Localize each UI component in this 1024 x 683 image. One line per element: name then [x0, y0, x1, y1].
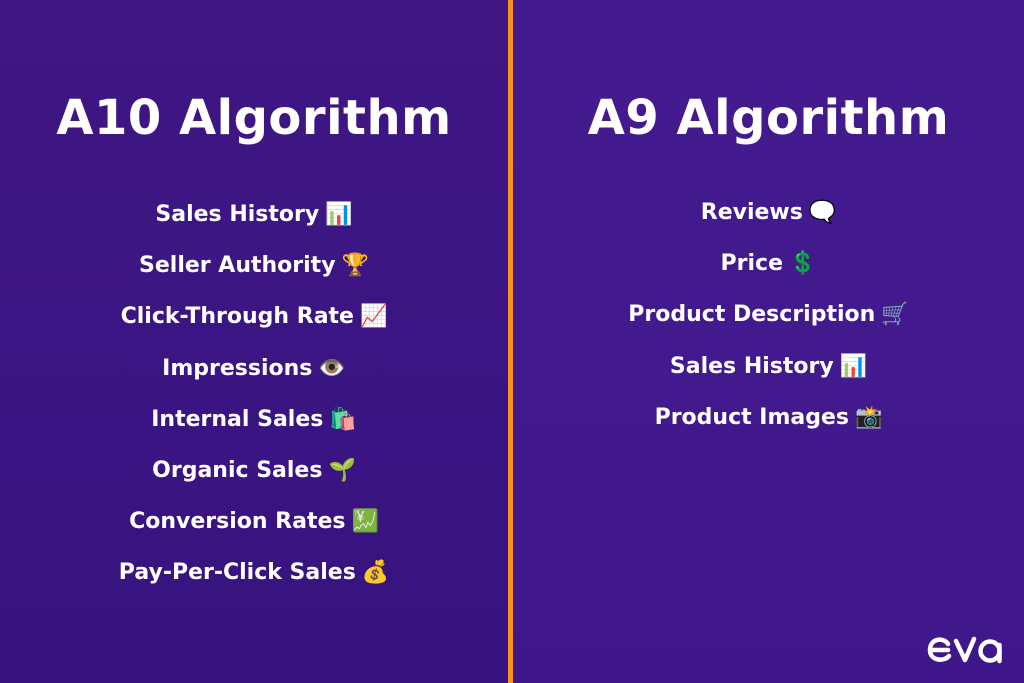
trophy-icon: 🏆 [341, 253, 369, 279]
a10-panel: A10 Algorithm Sales History 📊 Seller Auth… [0, 0, 508, 683]
list-item: Reviews 🗨️ [513, 196, 1024, 247]
dollar-sign-icon: 💲 [789, 251, 817, 277]
list-item: Click-Through Rate 📈 [0, 300, 508, 351]
eye-icon: 👁️ [318, 355, 346, 381]
list-item: Product Images 📸 [513, 401, 1024, 452]
a9-title: A9 Algorithm [587, 90, 950, 146]
shopping-cart-icon: 🛒 [881, 302, 909, 328]
a9-factor-list: Reviews 🗨️ Price 💲 Product Description 🛒 Sa… [513, 196, 1024, 452]
chart-increasing-icon: 📈 [359, 304, 388, 330]
chart-yen-icon: 💹 [351, 509, 379, 535]
a10-title: A10 Algorithm [56, 90, 452, 146]
list-item-label: Sales History [155, 202, 320, 227]
a9-panel: A9 Algorithm Reviews 🗨️ Price 💲 Product De… [513, 0, 1024, 683]
list-item-label: Impressions [162, 355, 313, 381]
speech-balloon-icon: 🗨️ [808, 200, 837, 225]
list-item: Seller Authority 🏆 [0, 249, 508, 300]
list-item: Product Description 🛒 [513, 298, 1024, 349]
money-bag-icon: 💰 [361, 560, 390, 586]
list-item-label: Product Description [628, 302, 876, 328]
list-item: Internal Sales 🛍️ [0, 403, 508, 454]
list-item-label: Internal Sales [151, 406, 324, 432]
list-item-label: Organic Sales [152, 457, 323, 483]
list-item: Pay-Per-Click Sales 💰 [0, 556, 508, 607]
list-item: Sales History 📊 [0, 198, 508, 249]
list-item-label: Product Images [654, 404, 850, 430]
list-item-label: Click-Through Rate [120, 304, 354, 330]
list-item: Organic Sales 🌱 [0, 454, 508, 505]
list-item: Sales History 📊 [513, 350, 1024, 401]
list-item: Price 💲 [513, 247, 1024, 298]
seedling-icon: 🌱 [328, 457, 356, 483]
shopping-bags-icon: 🛍️ [329, 406, 357, 432]
list-item-label: Conversion Rates [129, 509, 346, 535]
bar-chart-icon: 📊 [839, 353, 868, 379]
list-item-label: Pay-Per-Click Sales [118, 560, 356, 586]
camera-flash-icon: 📸 [855, 404, 883, 430]
list-item-label: Seller Authority [139, 253, 336, 279]
list-item-label: Sales History [669, 353, 834, 379]
bar-chart-icon: 📊 [325, 202, 353, 227]
list-item-label: Reviews [700, 200, 803, 225]
list-item-label: Price [720, 251, 784, 277]
list-item: Conversion Rates 💹 [0, 505, 508, 556]
eva-logo: eva [927, 636, 1002, 664]
list-item: Impressions 👁️ [0, 352, 508, 403]
a10-factor-list: Sales History 📊 Seller Authority 🏆 Click-T… [0, 198, 508, 608]
